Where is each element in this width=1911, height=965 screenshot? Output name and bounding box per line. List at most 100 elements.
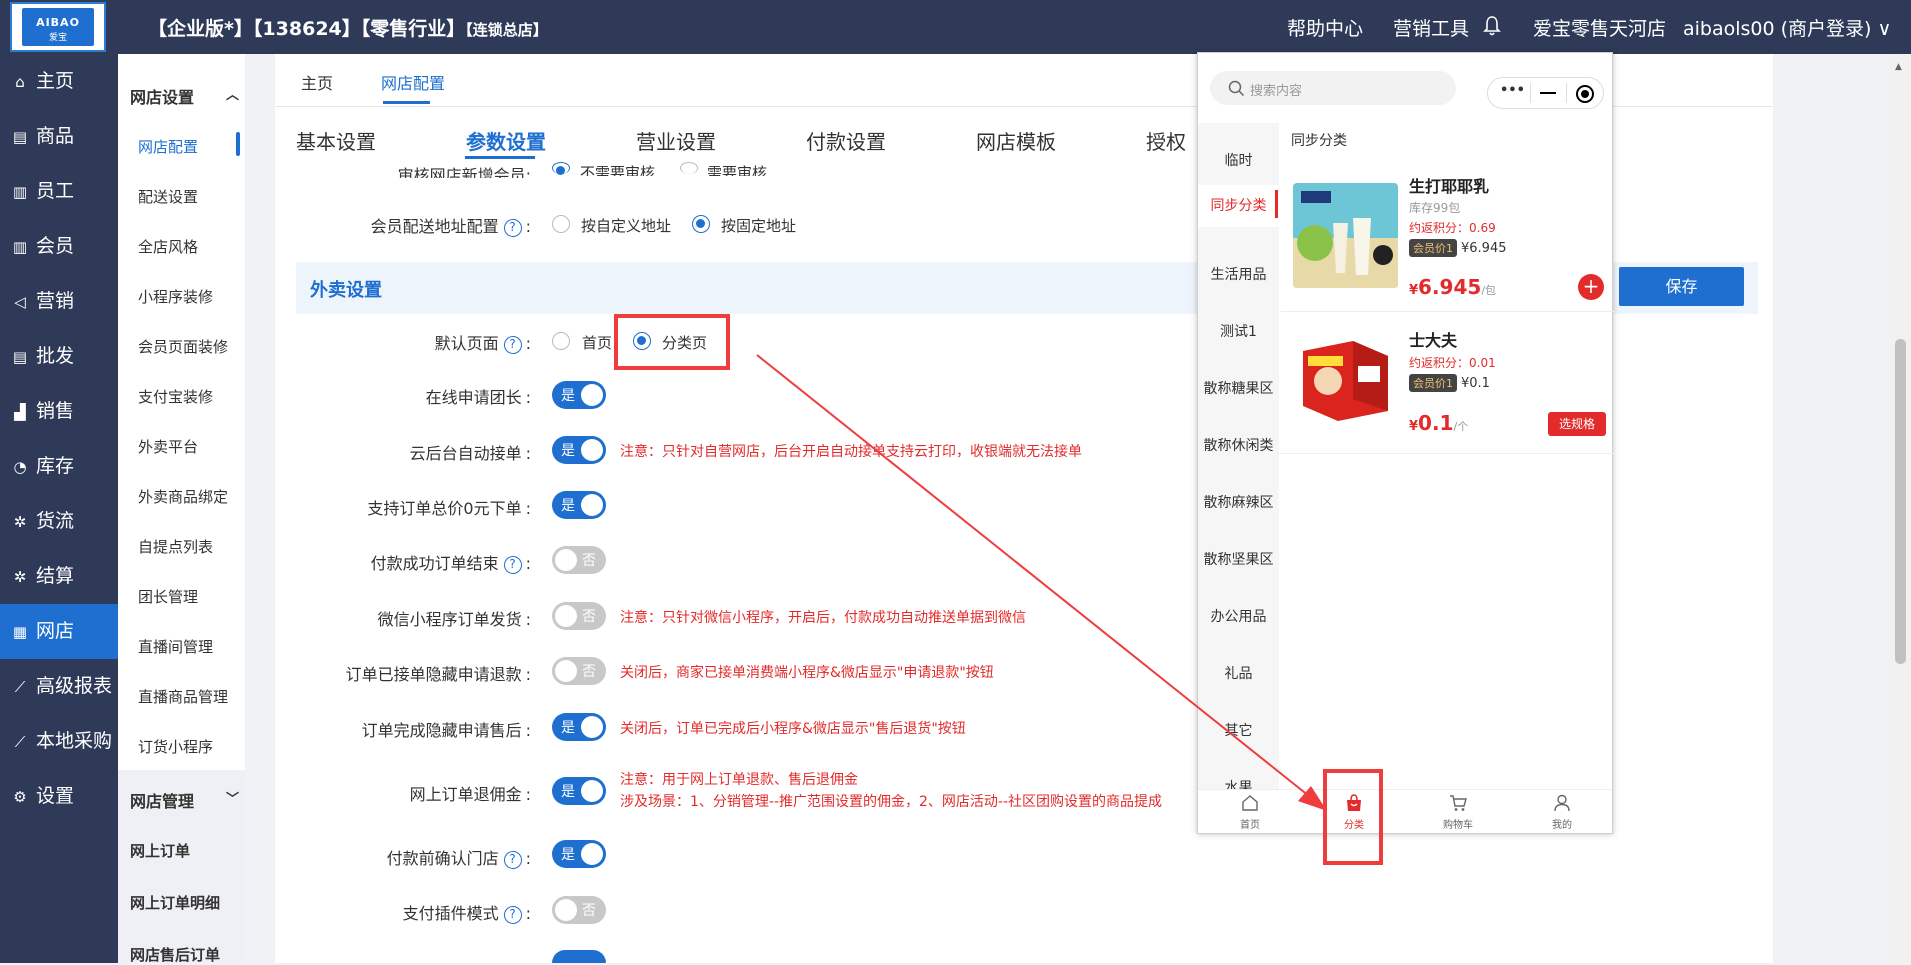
sidebar-item-reports[interactable]: ⟋ 高级报表 (0, 659, 118, 714)
sidebar-item-sales[interactable]: ▟ 销售 (0, 384, 118, 439)
category-item[interactable]: 礼品 (1198, 663, 1279, 683)
subsection-webshop-settings[interactable]: 网店设置 ︿ (130, 84, 239, 108)
search-input[interactable]: 搜索内容 (1210, 71, 1456, 105)
add-to-cart-button[interactable]: + (1578, 274, 1604, 300)
sub-item-order-details[interactable]: 网上订单明细 (130, 892, 220, 913)
review-member-radio-no[interactable] (552, 162, 570, 175)
category-item[interactable]: 办公用品 (1198, 606, 1279, 626)
product-image[interactable] (1293, 321, 1398, 426)
tab-webshop-config[interactable]: 网店配置 (381, 70, 445, 94)
member-address-custom-radio[interactable] (552, 215, 570, 233)
sidebar-item-wholesale[interactable]: ▤ 批发 (0, 329, 118, 384)
tab-basic[interactable]: 基本设置 (296, 126, 376, 155)
setting-label-text: 订单完成隐藏申请售后 (361, 721, 522, 740)
sub-item-miniapp-decor[interactable]: 小程序装修 (138, 286, 213, 307)
sub-item-group-leader[interactable]: 团长管理 (138, 586, 198, 607)
setting-label-text: 网上订单退佣金 (409, 785, 522, 804)
member-icon: ▥ (12, 238, 28, 256)
sub-item-takeout-platform[interactable]: 外卖平台 (138, 436, 198, 457)
sub-item-live-goods[interactable]: 直播商品管理 (138, 686, 228, 707)
toggle-refund-commission[interactable]: 是 (552, 777, 606, 805)
sub-item-takeout-binding[interactable]: 外卖商品绑定 (138, 486, 228, 507)
product-name[interactable]: 士大夫 (1409, 327, 1457, 351)
sub-item-aftersale[interactable]: 网店售后订单 (130, 944, 220, 965)
tab-payment[interactable]: 付款设置 (806, 126, 886, 155)
sub-item-delivery[interactable]: 配送设置 (138, 186, 198, 207)
category-item-active[interactable]: 同步分类 (1198, 185, 1279, 227)
product-image[interactable] (1293, 183, 1398, 288)
store-name[interactable]: 爱宝零售天河店 (1533, 14, 1666, 41)
question-icon[interactable]: ? (503, 336, 522, 354)
toggle-hide-aftersale[interactable]: 是 (552, 713, 606, 741)
review-member-radio-yes[interactable] (680, 162, 698, 174)
sub-item-live-room[interactable]: 直播间管理 (138, 636, 213, 657)
more-icon[interactable]: ••• (1500, 83, 1525, 98)
question-icon[interactable]: ? (503, 906, 522, 924)
question-icon[interactable]: ? (503, 556, 522, 574)
sidebar-item-marketing[interactable]: ◁ 营销 (0, 274, 118, 329)
page-scrollbar[interactable]: ▲ (1890, 54, 1911, 963)
toggle-partial-next[interactable] (552, 950, 606, 963)
sidebar-item-staff[interactable]: ▥ 员工 (0, 164, 118, 219)
sidebar-item-settlement[interactable]: ✲ 结算 (0, 549, 118, 604)
toggle-confirm-store[interactable]: 是 (552, 840, 606, 868)
bell-icon[interactable] (1483, 15, 1501, 37)
save-button[interactable]: 保存 (1619, 267, 1744, 306)
scroll-thumb[interactable] (1895, 339, 1906, 664)
chevron-down-icon: ﹀ (226, 792, 240, 807)
question-icon[interactable]: ? (503, 851, 522, 869)
sub-item-alipay-decor[interactable]: 支付宝装修 (138, 386, 213, 407)
megaphone-icon: ◁ (14, 293, 26, 311)
sub-item-style[interactable]: 全店风格 (138, 236, 198, 257)
wechat-delivery-note: 注意：只针对微信小程序，开启后，付款成功自动推送单据到微信 (620, 610, 1026, 626)
category-item[interactable]: 测试1 (1198, 321, 1279, 341)
help-center-link[interactable]: 帮助中心 (1287, 14, 1363, 41)
sub-item-online-orders[interactable]: 网上订单 (130, 840, 190, 861)
category-item[interactable]: 散称糖果区 (1198, 378, 1279, 398)
category-item[interactable]: 其它 (1198, 720, 1279, 740)
category-item[interactable]: 散称坚果区 (1198, 549, 1279, 569)
category-item[interactable]: 散称麻辣区 (1198, 492, 1279, 512)
minimize-icon[interactable] (1540, 92, 1556, 94)
sidebar-item-member[interactable]: ▥ 会员 (0, 219, 118, 274)
member-address-fixed-radio[interactable] (692, 215, 710, 233)
toggle-auto-accept[interactable]: 是 (552, 436, 606, 464)
tab-auth[interactable]: 授权 (1146, 126, 1186, 155)
sidebar-item-logistics[interactable]: ✲ 货流 (0, 494, 118, 549)
product-name[interactable]: 生打耶耶乳 (1409, 173, 1489, 197)
toggle-paid-order-end[interactable]: 否 (552, 546, 606, 574)
brand-logo[interactable]: AIBAO 爱宝 (10, 2, 106, 52)
choose-spec-button[interactable]: 选规格 (1548, 412, 1606, 436)
marketing-tools-link[interactable]: 营销工具 (1393, 14, 1469, 41)
tab-template[interactable]: 网店模板 (976, 126, 1056, 155)
tab-params[interactable]: 参数设置 (466, 126, 546, 155)
toggle-online-group-leader[interactable]: 是 (552, 381, 606, 409)
sub-item-member-page[interactable]: 会员页面装修 (138, 336, 228, 357)
user-menu[interactable]: aibaols00 (商户登录) ∨ (1683, 14, 1891, 41)
default-page-home-radio[interactable] (552, 332, 570, 350)
sidebar-item-goods[interactable]: ▤ 商品 (0, 109, 118, 164)
subsection-webshop-manage[interactable]: 网店管理 ﹀ (130, 788, 239, 812)
toggle-payment-plugin[interactable]: 否 (552, 896, 606, 924)
sub-item-pickup-points[interactable]: 自提点列表 (138, 536, 213, 557)
sidebar-item-label: 结算 (36, 565, 75, 587)
toggle-wechat-delivery[interactable]: 否 (552, 602, 606, 630)
toggle-zero-order[interactable]: 是 (552, 491, 606, 519)
tab-business[interactable]: 营业设置 (636, 126, 716, 155)
toggle-hide-refund[interactable]: 否 (552, 657, 606, 685)
category-item[interactable]: 散称休闲类 (1198, 435, 1279, 455)
sub-item-order-miniapp[interactable]: 订货小程序 (138, 736, 213, 757)
question-icon[interactable]: ? (503, 219, 522, 237)
sidebar-item-settings[interactable]: ⚙ 设置 (0, 769, 118, 824)
category-item[interactable]: 临时 (1198, 150, 1279, 170)
tab-home[interactable]: 主页 (301, 70, 333, 94)
category-item[interactable]: 生活用品 (1198, 264, 1279, 284)
sidebar-item-home[interactable]: ⌂ 主页 (0, 54, 118, 109)
close-miniapp-icon[interactable] (1576, 85, 1594, 103)
sidebar-item-webshop[interactable]: ▦ 网店 (0, 604, 118, 659)
sub-item-webshop-config[interactable]: 网店配置 (138, 136, 198, 157)
sidebar-item-purchase[interactable]: ⟋ 本地采购 (0, 714, 118, 769)
phone-preview: 搜索内容 ••• 临时 同步分类 生活用品 测试1 散称糖果区 散称休闲类 散称… (1197, 52, 1614, 834)
scroll-up-icon[interactable]: ▲ (1895, 62, 1902, 72)
sidebar-item-stock[interactable]: ◔ 库存 (0, 439, 118, 494)
